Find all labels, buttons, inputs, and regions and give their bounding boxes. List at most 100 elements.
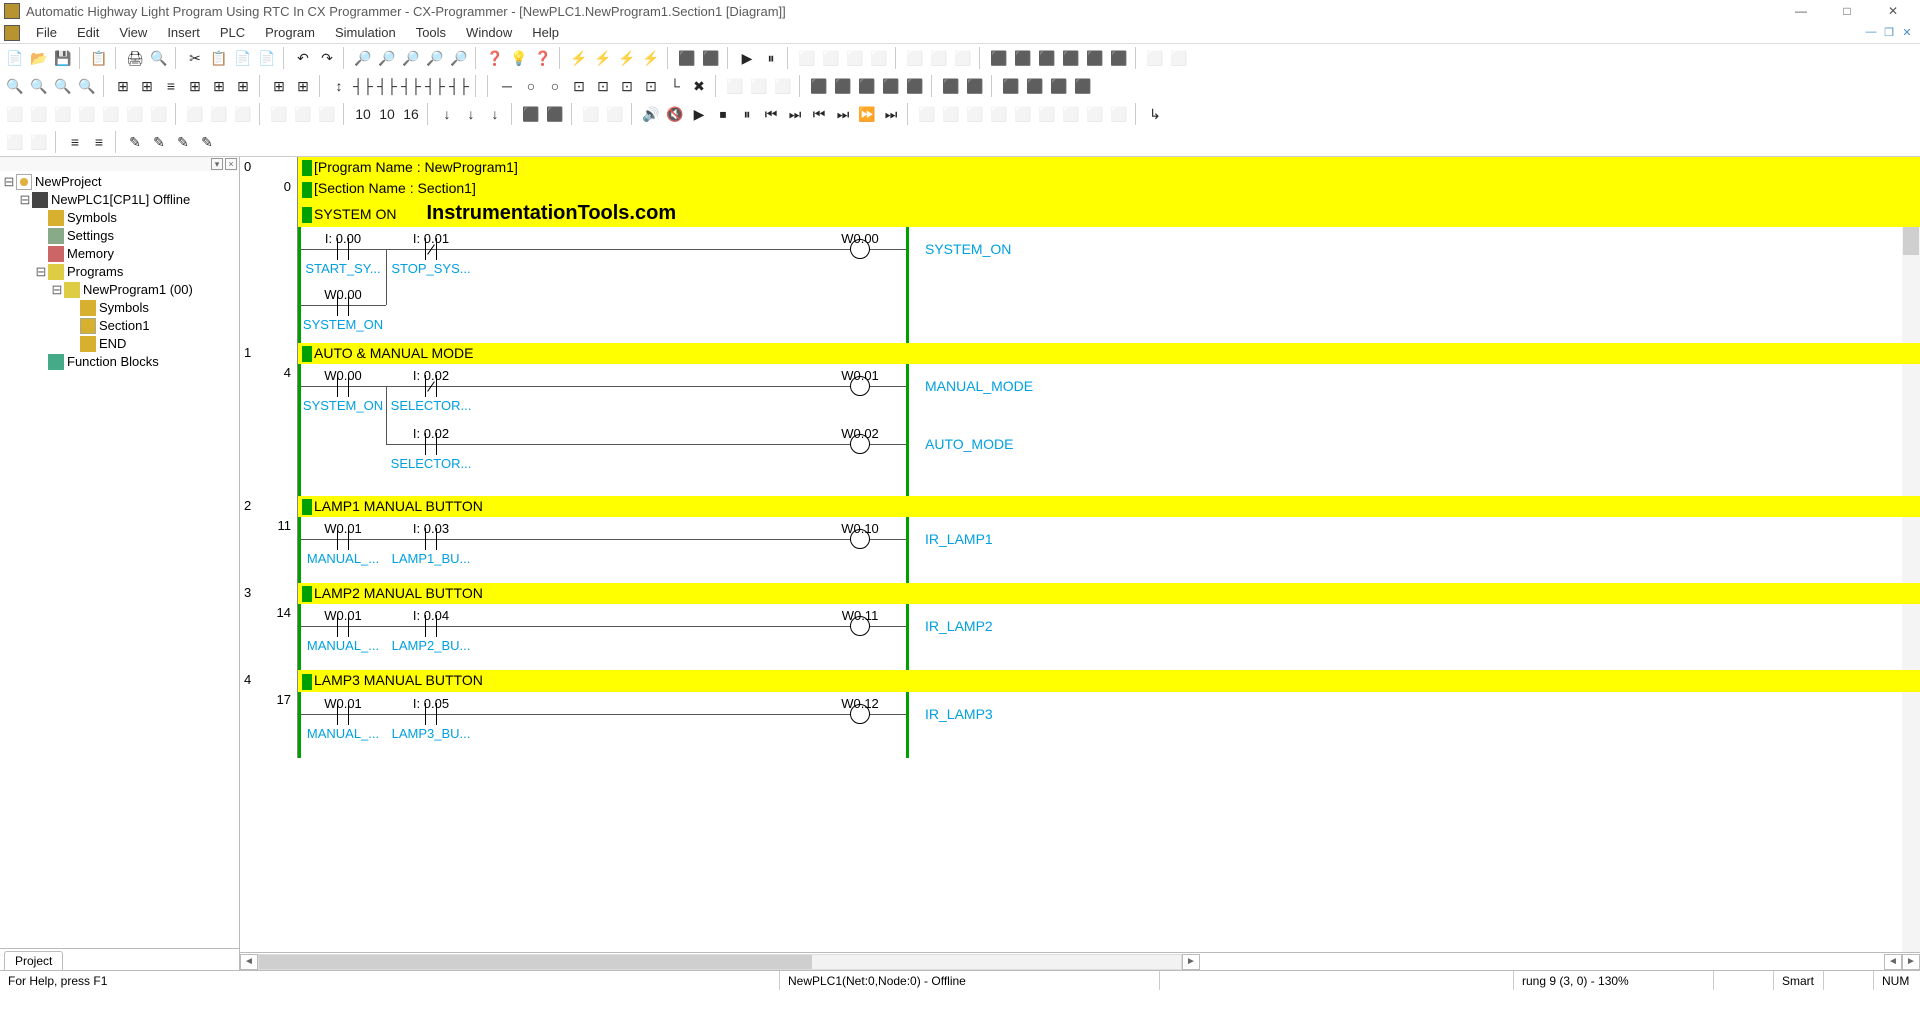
toolbar-button[interactable]: ⬛ [544, 103, 566, 125]
toolbar-button[interactable]: ⏮ [808, 103, 830, 125]
scroll-left-button[interactable]: ◄ [240, 954, 258, 970]
mdi-minimize-button[interactable]: — [1862, 26, 1880, 39]
toolbar-button[interactable]: ⬜ [772, 75, 794, 97]
toolbar-button[interactable]: 💾 [52, 47, 74, 69]
toolbar-button[interactable]: ≡ [64, 131, 86, 153]
toolbar-button[interactable]: ↷ [316, 47, 338, 69]
toolbar-button[interactable]: ○ [520, 75, 542, 97]
toolbar-button[interactable]: ⬜ [268, 103, 290, 125]
toolbar-button[interactable]: 🔍 [76, 75, 98, 97]
toolbar-button[interactable]: ⊞ [112, 75, 134, 97]
toolbar-button[interactable]: ❓ [484, 47, 506, 69]
sidebar-dropdown-button[interactable]: ▾ [211, 158, 223, 170]
toolbar-button[interactable]: └ [664, 75, 686, 97]
toolbar-button[interactable]: 🔎 [448, 47, 470, 69]
toolbar-button[interactable]: ⬜ [1168, 47, 1190, 69]
toolbar-button[interactable]: ⊡ [616, 75, 638, 97]
toolbar-button[interactable]: ⬜ [868, 47, 890, 69]
toolbar-button[interactable]: ⚡ [616, 47, 638, 69]
tree-program[interactable]: ⊟NewProgram1 (00) [2, 281, 237, 299]
tree-project[interactable]: ⊟NewProject [2, 173, 237, 191]
toolbar-button[interactable]: ⬜ [964, 103, 986, 125]
toolbar-button[interactable]: ✎ [172, 131, 194, 153]
toolbar-button[interactable]: ⬜ [940, 103, 962, 125]
horizontal-scrollbar[interactable]: ◄ ► ◄ ► [240, 952, 1920, 970]
toolbar-button[interactable]: ⬜ [1012, 103, 1034, 125]
toolbar-button[interactable]: ⬜ [208, 103, 230, 125]
toolbar-button[interactable]: 📄 [4, 47, 26, 69]
toolbar-button[interactable]: ─ [496, 75, 518, 97]
toolbar-button[interactable]: ⬛ [520, 103, 542, 125]
sidebar-close-button[interactable]: × [225, 158, 237, 170]
toolbar-button[interactable]: ┤├ [376, 75, 398, 97]
toolbar-button[interactable]: ≡ [160, 75, 182, 97]
toolbar-button[interactable]: ▶ [736, 47, 758, 69]
toolbar-button[interactable]: ⊞ [268, 75, 290, 97]
toolbar-button[interactable]: ⚡ [640, 47, 662, 69]
toolbar-button[interactable]: ⊞ [184, 75, 206, 97]
toolbar-button[interactable]: ⬛ [1060, 47, 1082, 69]
scroll-left-button-2[interactable]: ◄ [1884, 954, 1902, 970]
tab-project[interactable]: Project [4, 951, 63, 970]
toolbar-button[interactable]: ⊞ [136, 75, 158, 97]
menu-program[interactable]: Program [255, 25, 325, 40]
toolbar-button[interactable]: 🖨 [124, 47, 146, 69]
toolbar-button[interactable]: ⬜ [28, 103, 50, 125]
toolbar-button[interactable]: ⬜ [820, 47, 842, 69]
maximize-button[interactable]: □ [1824, 0, 1870, 22]
toolbar-button[interactable]: ⏸ [760, 47, 782, 69]
mdi-close-button[interactable]: ✕ [1898, 26, 1916, 39]
tree-section[interactable]: Section1 [2, 317, 237, 335]
toolbar-button[interactable]: ⬜ [76, 103, 98, 125]
toolbar-button[interactable]: ⬜ [988, 103, 1010, 125]
toolbar-button[interactable]: ⬛ [1072, 75, 1094, 97]
toolbar-button[interactable]: ⬛ [988, 47, 1010, 69]
toolbar-button[interactable]: ⬜ [1084, 103, 1106, 125]
toolbar-button[interactable]: ⬛ [1108, 47, 1130, 69]
ladder-content[interactable]: ▲ 00[Program Name : NewProgram1][Section… [240, 157, 1920, 952]
toolbar-button[interactable]: ⬜ [844, 47, 866, 69]
toolbar-button[interactable]: ⏮ [760, 103, 782, 125]
minimize-button[interactable]: — [1778, 0, 1824, 22]
toolbar-button[interactable]: ⬛ [1012, 47, 1034, 69]
toolbar-button[interactable]: ⏸ [736, 103, 758, 125]
toolbar-button[interactable]: ⏹ [712, 103, 734, 125]
toolbar-button[interactable]: ⬜ [1144, 47, 1166, 69]
toolbar-button[interactable]: ⬛ [676, 47, 698, 69]
toolbar-button[interactable]: ↶ [292, 47, 314, 69]
toolbar-button[interactable]: ✂ [184, 47, 206, 69]
toolbar-button[interactable]: 🔊 [640, 103, 662, 125]
toolbar-button[interactable]: 10 [376, 103, 398, 125]
toolbar-button[interactable]: 🔎 [376, 47, 398, 69]
toolbar-button[interactable]: ⬜ [148, 103, 170, 125]
toolbar-button[interactable]: ⬛ [1048, 75, 1070, 97]
toolbar-button[interactable]: ⬜ [928, 47, 950, 69]
menu-help[interactable]: Help [522, 25, 569, 40]
toolbar-button[interactable]: ⬛ [700, 47, 722, 69]
toolbar-button[interactable]: ↓ [460, 103, 482, 125]
toolbar-button[interactable]: ⬜ [4, 103, 26, 125]
toolbar-button[interactable]: ┤├ [400, 75, 422, 97]
toolbar-button[interactable]: ⊞ [232, 75, 254, 97]
toolbar-button[interactable]: ⬜ [1036, 103, 1058, 125]
toolbar-button[interactable]: ⬜ [124, 103, 146, 125]
toolbar-button[interactable]: ⊡ [640, 75, 662, 97]
tree-end[interactable]: END [2, 335, 237, 353]
toolbar-button[interactable]: ⚡ [592, 47, 614, 69]
toolbar-button[interactable]: 🔍 [28, 75, 50, 97]
mdi-restore-button[interactable]: ❐ [1880, 26, 1898, 39]
tree-symbols[interactable]: Symbols [2, 209, 237, 227]
toolbar-button[interactable]: 🔎 [400, 47, 422, 69]
toolbar-button[interactable]: ⬛ [1000, 75, 1022, 97]
toolbar-button[interactable]: 🔍 [148, 47, 170, 69]
toolbar-button[interactable]: ⬛ [856, 75, 878, 97]
toolbar-button[interactable]: ⬜ [316, 103, 338, 125]
tree-programs[interactable]: ⊟Programs [2, 263, 237, 281]
tree-settings[interactable]: Settings [2, 227, 237, 245]
toolbar-button[interactable]: ⏭ [784, 103, 806, 125]
toolbar-button[interactable]: ⬜ [916, 103, 938, 125]
toolbar-button[interactable]: ✎ [148, 131, 170, 153]
menu-tools[interactable]: Tools [406, 25, 456, 40]
toolbar-button[interactable]: 16 [400, 103, 422, 125]
toolbar-button[interactable]: ⬜ [580, 103, 602, 125]
